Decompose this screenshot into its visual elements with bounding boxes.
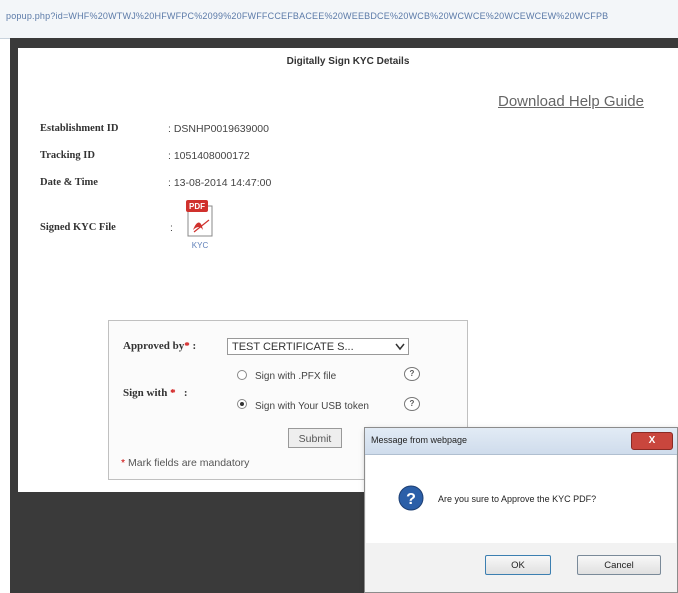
pdf-caption: KYC: [192, 241, 209, 250]
radio-usb-label[interactable]: Sign with Your USB token: [255, 401, 369, 412]
help-icon[interactable]: ?: [404, 397, 420, 411]
mandatory-note: * Mark fields are mandatory: [121, 457, 250, 469]
establishment-id-label: Establishment ID: [40, 123, 119, 134]
radio-pfx-file[interactable]: [237, 370, 247, 380]
dialog-titlebar[interactable]: Message from webpage X: [365, 428, 677, 455]
pdf-badge: PDF: [189, 202, 205, 211]
download-help-link[interactable]: Download Help Guide: [498, 93, 644, 110]
radio-usb-token[interactable]: [237, 399, 247, 409]
address-bar[interactable]: popup.php?id=WHF%20WTWJ%20HFWFPC%2099%20…: [0, 0, 678, 39]
approved-by-label: Approved by* :: [123, 340, 197, 352]
kyc-panel: Digitally Sign KYC Details Download Help…: [18, 48, 678, 492]
radio-pfx-label[interactable]: Sign with .PFX file: [255, 371, 336, 382]
chevron-down-icon: [394, 341, 406, 352]
date-time-value: : 13-08-2014 14:47:00: [168, 177, 272, 189]
confirm-dialog: Message from webpage X ? Are you sure to…: [364, 427, 678, 593]
page-title: Digitally Sign KYC Details: [286, 56, 410, 67]
pdf-file-icon[interactable]: PDF KYC: [183, 200, 219, 250]
question-icon: ?: [398, 485, 424, 511]
establishment-id-value: : DSNHP0019639000: [168, 123, 269, 135]
signed-kyc-file-label: Signed KYC File: [40, 222, 116, 233]
certificate-select[interactable]: TEST CERTIFICATE S...: [227, 338, 409, 355]
svg-text:?: ?: [406, 491, 416, 508]
submit-button[interactable]: Submit: [288, 428, 342, 448]
date-time-label: Date & Time: [40, 177, 98, 188]
ok-button[interactable]: OK: [485, 555, 551, 575]
dialog-title: Message from webpage: [371, 435, 468, 445]
signed-kyc-file-colon: :: [170, 222, 173, 234]
close-button[interactable]: X: [631, 432, 673, 450]
dialog-body: ? Are you sure to Approve the KYC PDF?: [366, 455, 676, 543]
tracking-id-value: : 1051408000172: [168, 150, 250, 162]
sign-with-label: Sign with * :: [123, 387, 188, 399]
url-text[interactable]: popup.php?id=WHF%20WTWJ%20HFWFPC%2099%20…: [6, 11, 608, 27]
tracking-id-label: Tracking ID: [40, 150, 95, 161]
help-icon[interactable]: ?: [404, 367, 420, 381]
cancel-button[interactable]: Cancel: [577, 555, 661, 575]
dialog-message: Are you sure to Approve the KYC PDF?: [438, 494, 597, 504]
